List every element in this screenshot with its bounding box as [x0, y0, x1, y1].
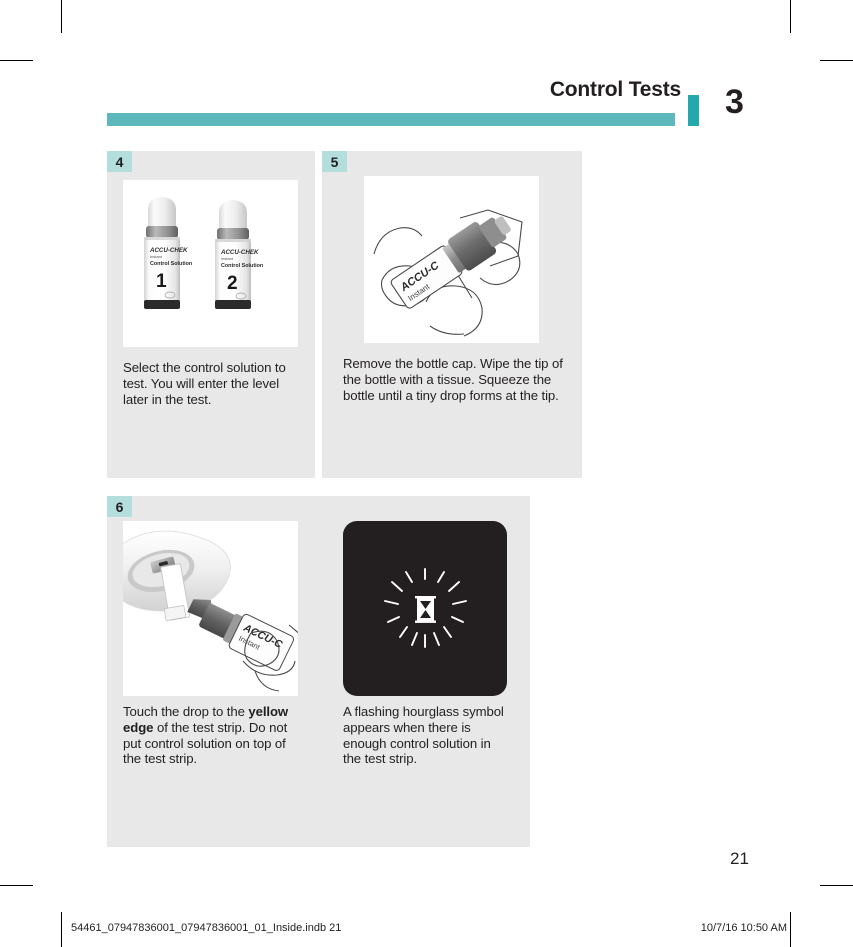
svg-text:1: 1 [156, 271, 167, 292]
crop-mark-bottom-right-vertical [790, 912, 791, 947]
page-header: Control Tests 3 [0, 78, 853, 130]
hourglass-icon [415, 596, 436, 623]
crop-mark-top-right-horizontal [820, 60, 853, 61]
control-solution-bottle: ACCU-C Instant [187, 599, 295, 671]
step-panel-6: 6 ACCU-C Instant Touch the drop to the y… [107, 496, 530, 847]
figure-control-solution-bottles: ACCU-CHEK Instant Control Solution 1 ACC… [123, 180, 298, 347]
footer-timestamp: 10/7/16 10:50 AM [700, 922, 787, 934]
step-caption-6a: Touch the drop to the yellow edge of the… [123, 704, 303, 767]
crop-mark-bottom-left-vertical [61, 912, 62, 947]
svg-text:ACCU-CHEK: ACCU-CHEK [149, 247, 188, 254]
figure-wipe-bottle-tip: ACCU-C Instant [364, 176, 539, 343]
step-panel-5: 5 ACCU-C Instant Remove the bottle cap. … [322, 151, 582, 478]
chapter-number: 3 [725, 83, 744, 121]
bottle-1: ACCU-CHEK Instant Control Solution 1 [144, 197, 192, 309]
header-rule [107, 113, 675, 126]
figure-drop-to-test-strip: ACCU-C Instant [123, 521, 298, 696]
svg-text:Instant: Instant [221, 256, 234, 261]
caption-6a-part1: Touch the drop to the [123, 704, 249, 719]
svg-text:ACCU-CHEK: ACCU-CHEK [220, 249, 259, 256]
chapter-accent-bar [688, 95, 699, 126]
crop-mark-top-left-vertical [61, 0, 62, 33]
figure-meter-display-hourglass [343, 521, 507, 696]
step-panel-4: 4 ACCU-CHEK Instant Control Solution 1 A… [107, 151, 315, 478]
step-number-badge-5: 5 [322, 151, 347, 172]
svg-text:2: 2 [227, 273, 238, 294]
control-solution-bottle: ACCU-C Instant [390, 216, 511, 309]
svg-text:Control Solution: Control Solution [150, 261, 192, 267]
step-caption-5: Remove the bottle cap. Wipe the tip of t… [343, 356, 563, 403]
svg-text:Instant: Instant [150, 254, 163, 259]
bottle-2: ACCU-CHEK Instant Control Solution 2 [215, 200, 263, 309]
step-caption-4: Select the control solution to test. You… [123, 360, 286, 407]
step-caption-6b: A flashing hourglass symbol appears when… [343, 704, 504, 767]
page-number: 21 [730, 849, 749, 868]
step-number-badge-6: 6 [107, 496, 132, 517]
crop-mark-top-left-horizontal [0, 60, 33, 61]
svg-text:Control Solution: Control Solution [221, 263, 263, 269]
page-title: Control Tests [549, 78, 681, 101]
crop-mark-bottom-right-horizontal [820, 885, 853, 886]
footer-filename: 54461_07947836001_07947836001_01_Inside.… [71, 922, 342, 934]
crop-mark-bottom-left-horizontal [0, 885, 33, 886]
step-number-badge-4: 4 [107, 151, 132, 172]
crop-mark-top-right-vertical [790, 0, 791, 33]
